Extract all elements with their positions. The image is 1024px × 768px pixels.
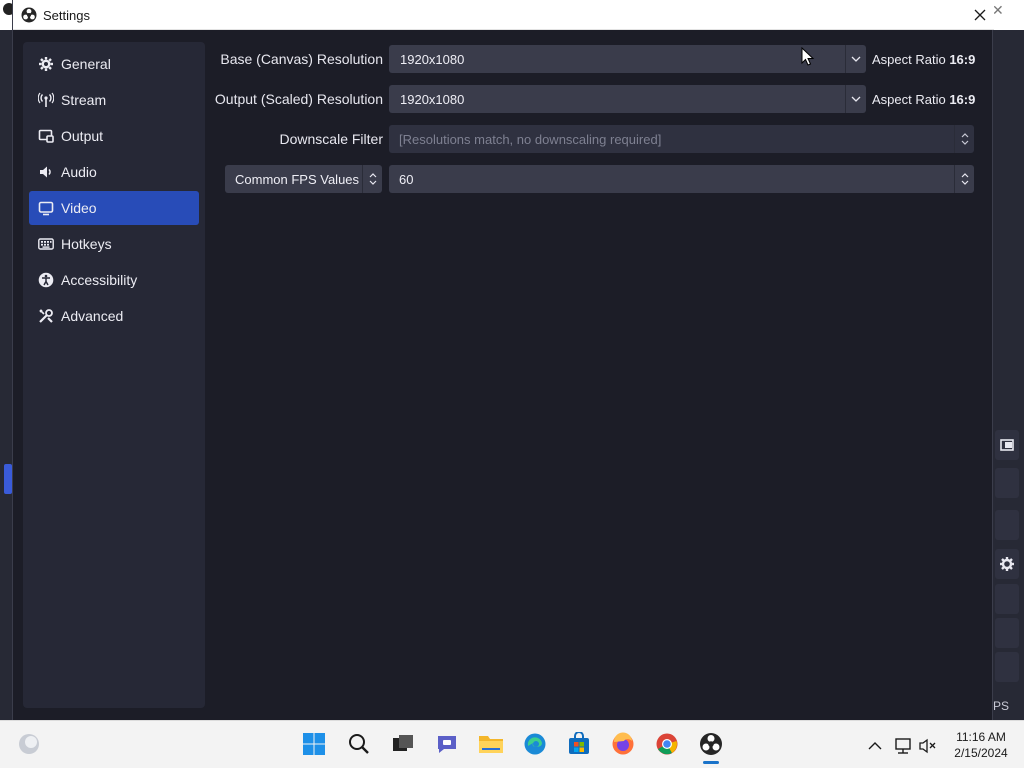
sidebar-item-stream[interactable]: Stream [29, 83, 199, 117]
output-aspect-ratio: Aspect Ratio 16:9 [872, 92, 975, 107]
volume-muted-icon[interactable] [915, 733, 941, 759]
sidebar-item-general[interactable]: General [29, 47, 199, 81]
downscale-filter-value: [Resolutions match, no downscaling requi… [399, 131, 662, 147]
sidebar-item-label: Hotkeys [61, 236, 112, 252]
mouse-cursor-icon [801, 47, 815, 66]
accessibility-icon [37, 271, 55, 289]
obs-control-button[interactable] [995, 584, 1019, 614]
output-resolution-label: Output (Scaled) Resolution [214, 91, 383, 107]
sidebar-item-accessibility[interactable]: Accessibility [29, 263, 199, 297]
edge-browser-icon[interactable] [522, 731, 548, 757]
start-icon[interactable] [301, 731, 327, 757]
speaker-icon [37, 163, 55, 181]
teams-chat-icon[interactable] [434, 731, 460, 757]
gear-icon [37, 55, 55, 73]
sidebar-item-hotkeys[interactable]: Hotkeys [29, 227, 199, 261]
fps-type-value: Common FPS Values [235, 171, 360, 187]
sidebar-item-label: Accessibility [61, 272, 138, 288]
sidebar-item-label: Output [61, 128, 104, 144]
chevron-down-icon [845, 85, 866, 113]
tools-icon [37, 307, 55, 325]
base-resolution-label: Base (Canvas) Resolution [220, 51, 383, 67]
sidebar-item-label: Video [61, 200, 97, 216]
updown-arrows-icon [954, 165, 974, 193]
firefox-icon[interactable] [610, 731, 636, 757]
sidebar-item-output[interactable]: Output [29, 119, 199, 153]
task-view-icon[interactable] [390, 731, 416, 757]
base-aspect-value: 16:9 [949, 52, 976, 67]
obs-control-button[interactable] [995, 652, 1019, 682]
widgets-icon[interactable] [16, 731, 42, 757]
output-aspect-prefix: Aspect Ratio [872, 92, 946, 107]
sidebar-item-label: Stream [61, 92, 107, 108]
monitor-icon [37, 199, 55, 217]
base-resolution-combobox[interactable]: 1920x1080 [389, 45, 866, 73]
taskbar: 11:16 AM 2/15/2024 [0, 720, 1024, 768]
obs-status-fps-fragment: PS [993, 699, 1010, 713]
settings-dialog: Settings General Stream Output Audio Vid… [12, 0, 994, 720]
obs-dock-undock-button[interactable] [995, 430, 1019, 460]
sidebar-item-advanced[interactable]: Advanced [29, 299, 199, 333]
output-resolution-value: 1920x1080 [400, 91, 465, 107]
keyboard-icon [37, 235, 55, 253]
microsoft-store-icon[interactable] [566, 731, 592, 757]
chevron-up-icon[interactable] [862, 733, 888, 759]
search-icon[interactable] [346, 731, 372, 757]
obs-taskbar-icon[interactable] [698, 731, 724, 757]
gear-icon [1000, 557, 1014, 571]
obs-main-left-panel [0, 30, 12, 720]
close-button[interactable] [966, 2, 994, 28]
close-icon [974, 9, 986, 21]
obs-main-selected-item[interactable] [4, 464, 12, 494]
output-aspect-value: 16:9 [949, 92, 976, 107]
window-icon [1000, 439, 1014, 451]
video-settings-panel: Base (Canvas) Resolution 1920x1080 Aspec… [208, 42, 994, 708]
fps-value-combobox[interactable]: 60 [389, 165, 974, 193]
sidebar-item-audio[interactable]: Audio [29, 155, 199, 189]
settings-titlebar: Settings [13, 0, 994, 30]
active-app-indicator [703, 761, 719, 764]
obs-control-button[interactable] [995, 510, 1019, 540]
network-icon[interactable] [890, 733, 916, 759]
downscale-filter-combobox[interactable]: [Resolutions match, no downscaling requi… [389, 125, 974, 153]
fps-type-combobox[interactable]: Common FPS Values [225, 165, 382, 193]
output-resolution-combobox[interactable]: 1920x1080 [389, 85, 866, 113]
fps-value: 60 [399, 171, 414, 187]
file-explorer-icon[interactable] [478, 731, 504, 757]
clock-date[interactable]: 2/15/2024 [946, 746, 1016, 760]
sidebar-item-video[interactable]: Video [29, 191, 199, 225]
sidebar-item-label: Advanced [61, 308, 124, 324]
chevron-down-icon [845, 45, 866, 73]
settings-sidebar: General Stream Output Audio Video Hotkey… [23, 42, 205, 708]
clock-time[interactable]: 11:16 AM [946, 730, 1016, 744]
obs-logo-icon [21, 7, 37, 23]
antenna-icon [37, 91, 55, 109]
obs-main-right-panel [993, 30, 1024, 720]
output-icon [37, 127, 55, 145]
obs-control-button[interactable] [995, 468, 1019, 498]
updown-arrows-icon [954, 125, 974, 153]
obs-control-button[interactable] [995, 618, 1019, 648]
base-aspect-ratio: Aspect Ratio 16:9 [872, 52, 975, 67]
downscale-filter-label: Downscale Filter [279, 131, 383, 147]
sidebar-item-label: Audio [61, 164, 97, 180]
updown-arrows-icon [362, 165, 382, 193]
obs-settings-button[interactable] [995, 549, 1019, 579]
base-resolution-value: 1920x1080 [400, 51, 465, 67]
window-title: Settings [43, 8, 90, 23]
base-aspect-prefix: Aspect Ratio [872, 52, 946, 67]
chrome-icon[interactable] [654, 731, 680, 757]
sidebar-item-label: General [61, 56, 111, 72]
